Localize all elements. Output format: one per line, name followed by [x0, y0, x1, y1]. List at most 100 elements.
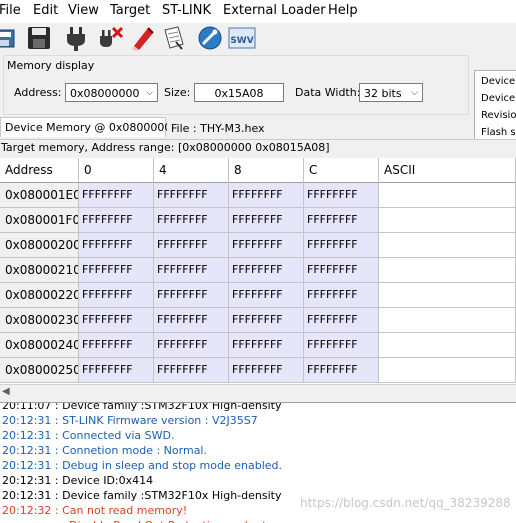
data-width-select[interactable]: 32 bits ⌵: [359, 83, 423, 102]
memory-cell[interactable]: FFFFFFFF: [304, 233, 379, 258]
row-address: 0x08000220: [0, 283, 79, 308]
device-info-line: Flash si: [481, 127, 516, 138]
log-line: 20:12:31 : Debug in sleep and stop mode …: [2, 459, 283, 472]
memory-cell[interactable]: FFFFFFFF: [79, 308, 154, 333]
memory-cell[interactable]: FFFFFFFF: [154, 258, 229, 283]
program-icon[interactable]: [196, 24, 224, 52]
memory-cell[interactable]: FFFFFFFF: [229, 333, 304, 358]
column-header: 8: [229, 158, 304, 183]
scroll-left-icon[interactable]: ◀: [2, 386, 10, 397]
swv-icon[interactable]: SWV: [228, 24, 256, 52]
ascii-cell: [379, 183, 516, 208]
memory-cell[interactable]: FFFFFFFF: [79, 208, 154, 233]
erase-icon[interactable]: [128, 24, 156, 52]
memory-cell[interactable]: FFFFFFFF: [79, 283, 154, 308]
memory-cell[interactable]: FFFFFFFF: [304, 333, 379, 358]
memory-cell[interactable]: FFFFFFFF: [79, 233, 154, 258]
memory-cell[interactable]: FFFFFFFF: [304, 283, 379, 308]
memory-cell[interactable]: FFFFFFFF: [229, 208, 304, 233]
device-info-line: Device: [481, 93, 516, 104]
ascii-cell: [379, 358, 516, 383]
address-label: Address:: [14, 86, 62, 99]
ascii-cell: [379, 308, 516, 333]
save-icon[interactable]: [25, 24, 53, 52]
log-line: 20:12:31 : ST-LINK Firmware version : V2…: [2, 414, 258, 427]
memory-cell[interactable]: FFFFFFFF: [229, 258, 304, 283]
column-header: 0: [79, 158, 154, 183]
memory-cell[interactable]: FFFFFFFF: [304, 208, 379, 233]
menu-bar: File Edit View Target ST-LINK External L…: [0, 0, 516, 23]
size-label: Size:: [164, 86, 191, 99]
connect-icon[interactable]: [62, 24, 90, 52]
menu-view[interactable]: View: [68, 3, 99, 18]
memory-cell[interactable]: FFFFFFFF: [79, 258, 154, 283]
memory-cell[interactable]: FFFFFFFF: [154, 283, 229, 308]
watermark: https://blog.csdn.net/qq_38239288: [300, 496, 511, 510]
log-line: 20:11:07 : Device family :STM32F10x High…: [2, 402, 282, 412]
size-value: 0x15A08: [214, 87, 264, 100]
memory-cell[interactable]: FFFFFFFF: [79, 183, 154, 208]
memory-cell[interactable]: FFFFFFFF: [229, 233, 304, 258]
memory-cell[interactable]: FFFFFFFF: [229, 358, 304, 383]
row-address: 0x080001E0: [0, 183, 79, 208]
horizontal-scrollbar[interactable]: ◀: [0, 384, 516, 402]
memory-cell[interactable]: FFFFFFFF: [79, 333, 154, 358]
ascii-cell: [379, 283, 516, 308]
menu-st-link[interactable]: ST-LINK: [162, 3, 211, 18]
column-header: Address: [0, 158, 79, 183]
row-address: 0x08000250: [0, 358, 79, 383]
address-range-status: Target memory, Address range: [0x0800000…: [0, 139, 516, 156]
row-address: 0x080001F0: [0, 208, 79, 233]
ascii-cell: [379, 233, 516, 258]
log-line: 20:12:32 : Can not read memory!: [2, 504, 188, 517]
memory-cell[interactable]: FFFFFFFF: [229, 283, 304, 308]
chevron-down-icon[interactable]: ⌵: [146, 84, 153, 103]
memory-cell[interactable]: FFFFFFFF: [304, 258, 379, 283]
log-line: 20:12:31 : Connected via SWD.: [2, 429, 175, 442]
address-combobox[interactable]: 0x08000000 ⌵: [65, 83, 158, 102]
row-address: 0x08000200: [0, 233, 79, 258]
menu-edit[interactable]: Edit: [33, 3, 58, 18]
memory-cell[interactable]: FFFFFFFF: [154, 333, 229, 358]
memory-cell[interactable]: FFFFFFFF: [304, 183, 379, 208]
memory-grid: Address 0 4 8 C ASCII 0x080001E0 FFFFFFFF FFFFFF…: [0, 158, 516, 384]
chevron-down-icon[interactable]: ⌵: [411, 84, 418, 103]
log-panel: https://blog.csdn.net/qq_38239288 20:11:…: [0, 402, 516, 523]
size-input[interactable]: 0x15A08: [194, 83, 284, 102]
memory-cell[interactable]: FFFFFFFF: [304, 308, 379, 333]
disconnect-icon[interactable]: [96, 24, 124, 52]
log-line: 20:12:31 : Connetion mode : Normal.: [2, 444, 207, 457]
memory-cell[interactable]: FFFFFFFF: [154, 358, 229, 383]
menu-file[interactable]: File: [0, 3, 21, 18]
row-address: 0x08000240: [0, 333, 79, 358]
toolbar: SWV: [0, 23, 516, 55]
memory-cell[interactable]: FFFFFFFF: [154, 208, 229, 233]
ascii-cell: [379, 258, 516, 283]
memory-cell[interactable]: FFFFFFFF: [229, 183, 304, 208]
memory-cell[interactable]: FFFFFFFF: [154, 308, 229, 333]
memory-cell[interactable]: FFFFFFFF: [79, 358, 154, 383]
menu-help[interactable]: Help: [328, 3, 358, 18]
menu-external-loader[interactable]: External Loader: [223, 3, 326, 18]
tab-device-memory[interactable]: Device Memory @ 0x08000000 :: [0, 117, 186, 137]
data-width-label: Data Width:: [295, 86, 361, 99]
address-value: 0x08000000: [70, 87, 140, 100]
device-info-line: Device: [481, 76, 516, 87]
menu-target[interactable]: Target: [110, 3, 150, 18]
data-width-value: 32 bits: [364, 87, 402, 100]
log-line: Disable Read Out Protection and retry.: [69, 519, 280, 523]
row-address: 0x08000210: [0, 258, 79, 283]
memory-display-title: Memory display: [7, 59, 95, 72]
column-header: C: [304, 158, 379, 183]
open-icon[interactable]: [0, 24, 18, 52]
tab-file[interactable]: File : THY-M3.hex: [167, 119, 267, 139]
memory-cell[interactable]: FFFFFFFF: [304, 358, 379, 383]
row-address: 0x08000230: [0, 308, 79, 333]
verify-icon[interactable]: [160, 24, 188, 52]
memory-cell[interactable]: FFFFFFFF: [229, 308, 304, 333]
device-info-panel: Device Device Revisio Flash si: [474, 70, 516, 144]
memory-cell[interactable]: FFFFFFFF: [154, 233, 229, 258]
memory-cell[interactable]: FFFFFFFF: [154, 183, 229, 208]
log-line: 20:12:31 : Device ID:0x414: [2, 474, 154, 487]
device-info-line: Revisio: [481, 110, 516, 121]
